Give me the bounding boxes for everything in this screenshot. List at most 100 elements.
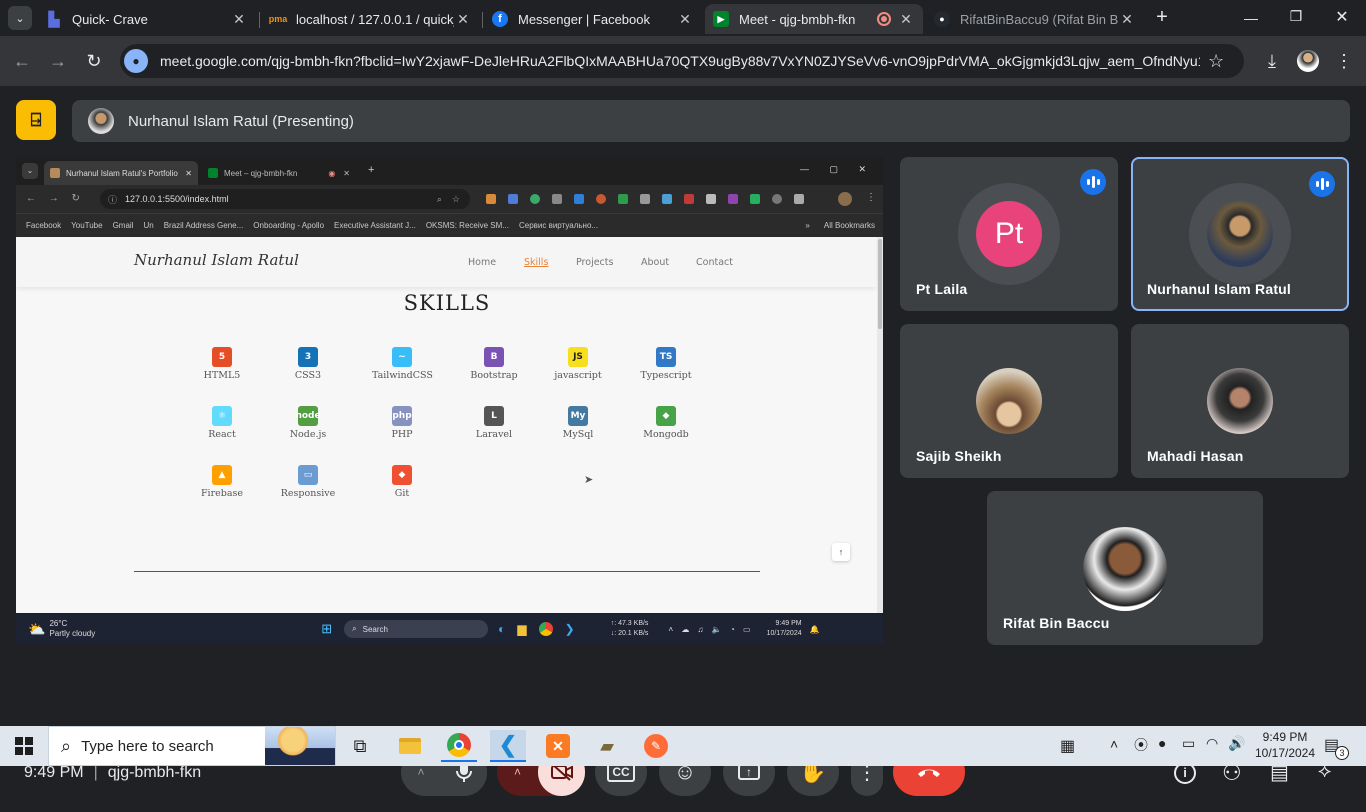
bookmark-item: Facebook	[26, 221, 62, 230]
restore-window-icon[interactable]: ❐	[1284, 8, 1308, 25]
participant-tile-nurhanul-islam-ratul[interactable]: Nurhanul Islam Ratul	[1131, 157, 1349, 311]
tray-battery-icon[interactable]: ▭	[1182, 735, 1195, 752]
participant-tile-sajib-sheikh[interactable]: Sajib Sheikh	[900, 324, 1118, 478]
close-window-icon[interactable]: ✕	[1330, 7, 1354, 27]
tray-mic-icon[interactable]: ●	[1158, 735, 1166, 751]
tray-keyboard-icon[interactable]: ▦	[1060, 736, 1075, 756]
skills-heading: SKILLS	[403, 291, 491, 315]
skill-logo-icon: 3	[298, 347, 318, 367]
profile-avatar[interactable]	[1297, 50, 1319, 72]
close-tab-icon: ✕	[185, 168, 192, 178]
participant-avatar	[1189, 183, 1291, 285]
browser-tab-meet[interactable]: ▶ Meet - qjg-bmbh-fkn ✕	[705, 4, 923, 34]
new-tab-button[interactable]: +	[1150, 6, 1174, 30]
shared-nav-icons: ← → ↻	[26, 193, 80, 204]
shared-extension-icons	[486, 194, 804, 204]
microphone-permission-icon[interactable]: ●	[124, 49, 148, 73]
chrome-icon[interactable]	[441, 730, 477, 762]
participant-name: Nurhanul Islam Ratul	[1147, 281, 1292, 297]
all-bookmarks: All Bookmarks	[823, 221, 875, 230]
portfolio-page: Nurhanul Islam Ratul Home Skills Project…	[16, 237, 883, 613]
back-arrow-icon[interactable]: ←	[10, 49, 34, 73]
tray-icons: ˄ ☁ ♫ 🔈 ◔ ▭	[668, 624, 751, 634]
tray-volume-icon[interactable]: 🔊	[1228, 735, 1245, 752]
file-explorer-icon[interactable]	[392, 730, 428, 762]
skill-item: 5 HTML5	[192, 347, 252, 381]
skill-label: CSS3	[294, 370, 322, 381]
skill-logo-icon: L	[484, 406, 504, 426]
skill-item: B Bootstrap	[464, 347, 524, 381]
windows-start-icon[interactable]	[6, 730, 42, 762]
phpmyadmin-favicon-icon: pma	[268, 14, 288, 24]
presenter-avatar	[88, 108, 114, 134]
profile-photo	[1083, 527, 1167, 611]
skill-item: L Laravel	[464, 406, 524, 440]
browser-tab-localhost[interactable]: pma localhost / 127.0.0.1 / quick_ ✕	[262, 4, 480, 34]
participant-tile-mahadi-hasan[interactable]: Mahadi Hasan	[1131, 324, 1349, 478]
bookmark-item: Brazil Address Gene...	[163, 221, 244, 230]
skill-label: PHP	[391, 429, 413, 440]
close-tab-icon: ✕	[343, 168, 350, 178]
skill-label: Responsive	[280, 488, 336, 499]
skill-label: TailwindCSS	[372, 370, 433, 381]
video-settings-chevron-icon[interactable]: ˄	[497, 765, 538, 779]
forward-arrow-icon[interactable]: →	[46, 49, 70, 73]
address-bar-url[interactable]: meet.google.com/qjg-bmbh-fkn?fbclid=IwY2…	[160, 53, 1200, 69]
tray-overflow-icon[interactable]: ˄	[1110, 736, 1118, 752]
door-icon[interactable]: ⍈	[16, 100, 56, 140]
close-tab-icon[interactable]: ✕	[230, 11, 248, 28]
participant-tile-rifat-bin-baccu[interactable]: Rifat Bin Baccu	[987, 491, 1263, 645]
xampp-icon[interactable]: ✕	[540, 730, 576, 762]
tray-camera-icon[interactable]: ⦿	[1134, 735, 1148, 755]
participant-tile-pt-laila[interactable]: Pt Pt Laila	[900, 157, 1118, 311]
shared-tab-search-icon: ⌄	[22, 163, 38, 179]
browser-tab-github[interactable]: ● RifatBinBaccu9 (Rifat Bin Ba ✕	[926, 4, 1144, 34]
presenting-banner: Nurhanul Islam Ratul (Presenting)	[72, 100, 1350, 142]
tab-search-button[interactable]: ⌄	[8, 6, 32, 30]
download-icon[interactable]: ⤓	[1260, 49, 1284, 73]
vscode-icon: ❯	[564, 622, 575, 636]
profile-photo	[1207, 201, 1273, 267]
shared-time: 9:49 PM	[775, 620, 802, 627]
skill-item: ▭ Responsive	[278, 465, 338, 499]
vscode-icon[interactable]: ❮	[490, 730, 526, 762]
taskbar-search-box[interactable]: ⌕ Type here to search	[48, 726, 336, 766]
net-up: ↑: 47.3 KB/s	[610, 620, 649, 627]
tray-wifi-icon[interactable]: ◠	[1206, 735, 1218, 752]
scroll-top-button: ↑	[832, 543, 850, 561]
browser-tab-quick-crave[interactable]: ▙ Quick- Crave ✕	[38, 4, 256, 34]
bookmark-item: Gmail	[112, 221, 134, 230]
chrome-icon	[538, 622, 553, 636]
close-tab-icon[interactable]: ✕	[454, 11, 472, 28]
github-favicon-icon: ●	[934, 11, 950, 27]
skill-logo-icon: 5	[212, 347, 232, 367]
facebook-favicon-icon: f	[492, 11, 508, 27]
minimize-window-icon[interactable]: —	[1236, 10, 1266, 26]
shared-search-box: ⌕ Search	[344, 620, 489, 638]
tab-title: localhost / 127.0.0.1 / quick_	[296, 11, 454, 27]
portfolio-logo: Nurhanul Islam Ratul	[134, 251, 299, 269]
app-icon[interactable]: ▰	[589, 730, 625, 762]
close-tab-icon[interactable]: ✕	[897, 11, 915, 28]
skill-item: php PHP	[372, 406, 432, 440]
address-bar[interactable]: ● meet.google.com/qjg-bmbh-fkn?fbclid=Iw…	[120, 44, 1244, 78]
reload-icon[interactable]: ↻	[82, 49, 106, 73]
browser-tab-messenger[interactable]: f Messenger | Facebook ✕	[484, 4, 702, 34]
close-tab-icon[interactable]: ✕	[1118, 11, 1136, 28]
postman-icon[interactable]: ✎	[638, 730, 674, 762]
browser-menu-icon[interactable]: ⋮	[1332, 49, 1356, 73]
audio-settings-chevron-icon[interactable]: ˄	[401, 765, 441, 779]
bell-icon: 🔔	[809, 624, 820, 634]
bookmark-star-icon[interactable]: ☆	[1208, 51, 1224, 72]
nav-skills: Skills	[524, 257, 549, 268]
skill-logo-icon: B	[484, 347, 504, 367]
participant-name: Mahadi Hasan	[1147, 448, 1244, 464]
close-tab-icon[interactable]: ✕	[676, 11, 694, 28]
skill-label: React	[208, 429, 236, 440]
task-view-icon[interactable]: ⧉	[342, 730, 378, 762]
folder-icon: ▆	[517, 622, 527, 636]
windows-taskbar: ⌕ Type here to search ⧉ ❮ ✕ ▰ ✎ ▦ ˄ ⦿ ● …	[0, 726, 1366, 766]
taskbar-clock[interactable]: 9:49 PM 10/17/2024	[1252, 729, 1318, 761]
bookmark-item: YouTube	[71, 221, 103, 230]
shared-tab-title: Meet – qjg-bmbh-fkn	[224, 168, 298, 178]
